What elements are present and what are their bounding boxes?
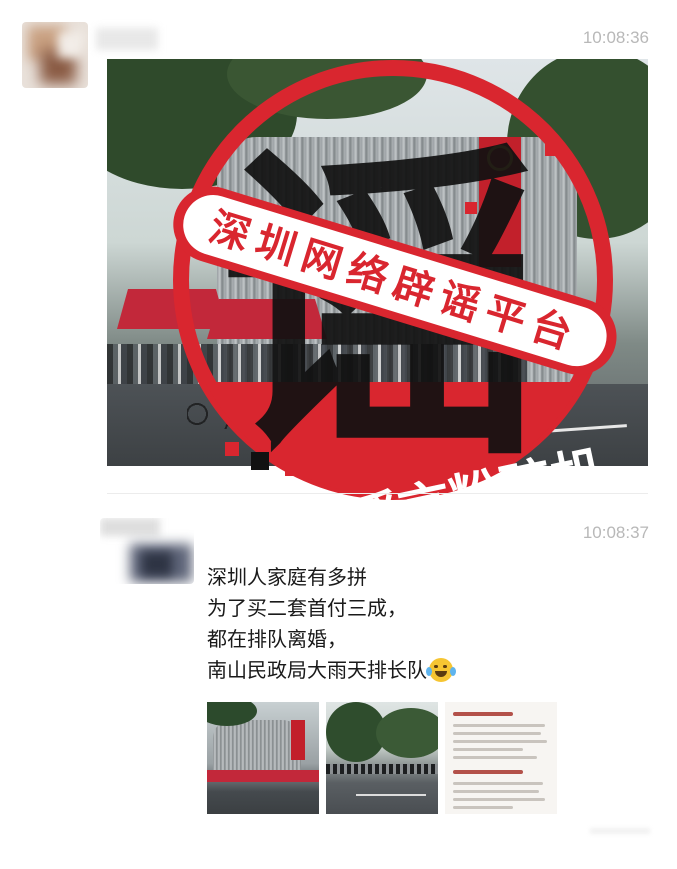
crying-laughing-emoji-icon xyxy=(426,658,456,682)
sender-avatar[interactable] xyxy=(22,22,88,88)
message-timestamp: 10:08:37 xyxy=(582,523,649,542)
message-text: 深圳人家庭有多拼 为了买二套首付三成， 都在排队离婚， 南山民政局大雨天排长队 xyxy=(207,562,456,686)
rumor-stamp-seal: 谣 深圳网络辟谣平台 谣言粉碎机 xyxy=(165,52,625,553)
blurred-footer xyxy=(590,828,650,834)
image-thumbnail[interactable] xyxy=(207,702,319,814)
message-line: 南山民政局大雨天排长队 xyxy=(207,658,427,682)
message-timestamp: 10:08:36 xyxy=(582,28,649,47)
message-line: 都在排队离婚， xyxy=(207,627,347,651)
message-line: 深圳人家庭有多拼 xyxy=(207,565,367,589)
sender-name-blurred xyxy=(96,28,158,50)
image-thumbnail[interactable] xyxy=(326,702,438,814)
sender-avatar[interactable] xyxy=(100,518,194,584)
image-thumbnail[interactable] xyxy=(445,702,557,814)
message-line: 为了买二套首付三成， xyxy=(207,596,407,620)
message-divider xyxy=(107,493,648,494)
